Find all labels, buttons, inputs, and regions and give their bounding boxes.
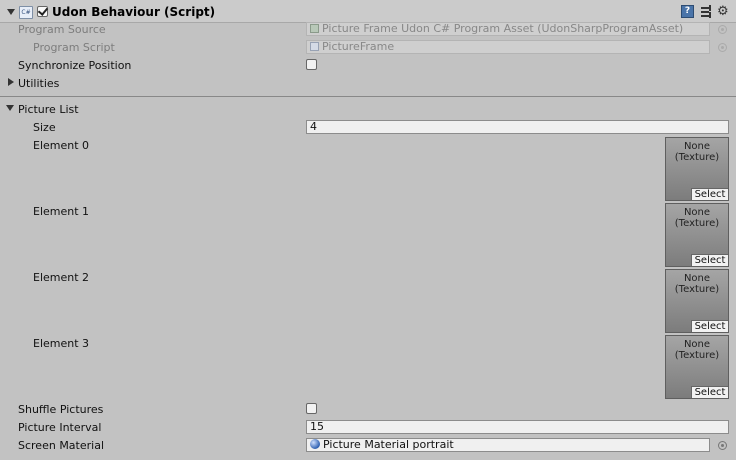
utilities-label[interactable]: Utilities	[18, 77, 59, 90]
texture-select-button[interactable]: Select	[691, 386, 728, 398]
program-script-field[interactable]: PictureFrame	[306, 40, 710, 54]
program-source-field[interactable]: Picture Frame Udon C# Program Asset (Udo…	[306, 22, 710, 36]
texture-empty-text: None (Texture)	[674, 207, 720, 229]
picture-interval-field[interactable]: 15	[306, 420, 729, 434]
element-3-label: Element 3	[33, 337, 90, 350]
material-sphere-icon	[310, 439, 320, 449]
size-field[interactable]: 4	[306, 120, 729, 134]
texture-empty-text: None (Texture)	[674, 339, 720, 361]
gear-icon[interactable]: ⚙	[717, 5, 730, 18]
sync-position-label: Synchronize Position	[18, 59, 132, 72]
picture-list-label[interactable]: Picture List	[18, 103, 79, 116]
texture-select-button[interactable]: Select	[691, 188, 728, 200]
component-enabled-checkbox[interactable]	[37, 6, 48, 17]
section-divider	[0, 96, 736, 97]
help-icon[interactable]: ?	[681, 5, 694, 18]
texture-select-button[interactable]: Select	[691, 254, 728, 266]
utilities-foldout-icon[interactable]	[8, 78, 14, 86]
preset-icon[interactable]	[700, 5, 713, 18]
cs-script-icon: C#	[19, 6, 33, 19]
program-script-label: Program Script	[33, 41, 115, 54]
texture-empty-text: None (Texture)	[674, 141, 720, 163]
program-source-value: Picture Frame Udon C# Program Asset (Udo…	[322, 22, 684, 35]
foldout-arrow-icon[interactable]	[7, 9, 15, 15]
shuffle-pictures-label: Shuffle Pictures	[18, 403, 104, 416]
texture-slot-element-2[interactable]: None (Texture) Select	[665, 269, 729, 333]
script-file-icon	[310, 42, 319, 51]
program-source-label: Program Source	[18, 23, 106, 36]
element-0-label: Element 0	[33, 139, 90, 152]
picture-interval-label: Picture Interval	[18, 421, 102, 434]
program-script-value: PictureFrame	[322, 40, 395, 53]
texture-slot-element-3[interactable]: None (Texture) Select	[665, 335, 729, 399]
screen-material-value: Picture Material portrait	[323, 438, 454, 451]
component-header[interactable]: C# Udon Behaviour (Script) ? ⚙	[0, 0, 736, 23]
shuffle-pictures-checkbox[interactable]	[306, 403, 317, 414]
sync-position-checkbox[interactable]	[306, 59, 317, 70]
screen-material-field[interactable]: Picture Material portrait	[306, 438, 710, 452]
screen-material-picker-icon[interactable]	[718, 441, 727, 450]
program-script-picker-icon[interactable]	[718, 43, 727, 52]
element-2-label: Element 2	[33, 271, 90, 284]
size-label: Size	[33, 121, 56, 134]
program-source-picker-icon[interactable]	[718, 25, 727, 34]
element-1-label: Element 1	[33, 205, 90, 218]
texture-slot-element-0[interactable]: None (Texture) Select	[665, 137, 729, 201]
component-title: Udon Behaviour (Script)	[52, 5, 216, 19]
texture-empty-text: None (Texture)	[674, 273, 720, 295]
screen-material-label: Screen Material	[18, 439, 105, 452]
texture-select-button[interactable]: Select	[691, 320, 728, 332]
texture-slot-element-1[interactable]: None (Texture) Select	[665, 203, 729, 267]
picture-list-foldout-icon[interactable]	[6, 105, 14, 111]
udon-asset-icon	[310, 24, 319, 33]
